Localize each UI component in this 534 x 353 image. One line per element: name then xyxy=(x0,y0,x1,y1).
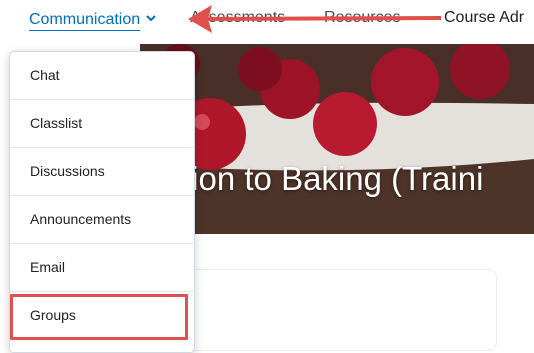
course-banner: tion to Baking (Traini xyxy=(140,44,534,234)
nav-course-admin[interactable]: Course Adr xyxy=(444,9,524,27)
menu-item-email[interactable]: Email xyxy=(10,244,194,292)
menu-item-label: Announcements xyxy=(30,211,132,227)
nav-communication-label: Communication xyxy=(29,11,141,31)
menu-item-label: Discussions xyxy=(30,163,105,179)
arrow-annotation xyxy=(188,5,441,33)
menu-item-label: Chat xyxy=(30,67,60,83)
menu-item-label: Classlist xyxy=(30,115,83,131)
raspberry-cake-image xyxy=(140,44,534,234)
menu-item-discussions[interactable]: Discussions xyxy=(10,148,194,196)
nav-communication[interactable]: Communication xyxy=(29,9,156,31)
menu-item-chat[interactable]: Chat xyxy=(10,52,194,100)
menu-item-announcements[interactable]: Announcements xyxy=(10,196,194,244)
course-navbar: Communication Assessments Resources Cour… xyxy=(0,0,534,42)
chevron-down-icon xyxy=(146,9,156,27)
menu-item-classlist[interactable]: Classlist xyxy=(10,100,194,148)
groups-highlight-box xyxy=(10,294,188,340)
course-title: tion to Baking (Traini xyxy=(182,160,484,197)
menu-item-label: Email xyxy=(30,259,66,275)
